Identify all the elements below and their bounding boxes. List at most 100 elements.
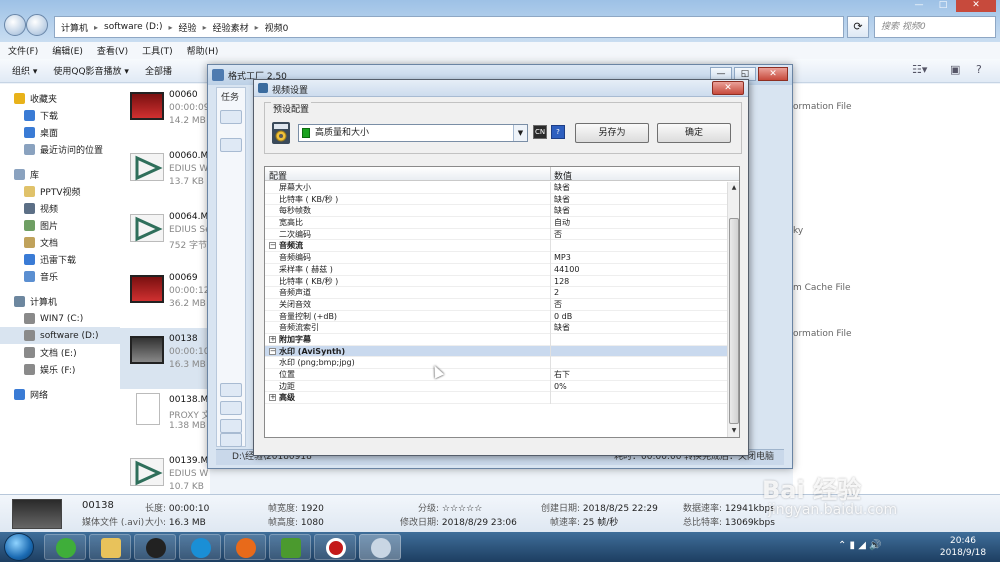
ff-audio-icon[interactable] (220, 138, 242, 152)
address-crumb[interactable]: software (D:) (104, 22, 163, 32)
column-value[interactable]: 数值 (554, 169, 572, 182)
start-button[interactable] (4, 533, 34, 561)
sidebar-item[interactable]: 娱乐 (F:) (0, 361, 120, 378)
setting-value[interactable]: 自动 (554, 217, 570, 228)
file-item[interactable]: 00138 00:00:10 16.3 MB (120, 328, 210, 389)
ff-video-icon[interactable] (220, 110, 242, 124)
menu-view[interactable]: 查看(V) (97, 44, 128, 57)
sidebar-item[interactable]: 视频 (0, 200, 120, 217)
scroll-up-icon[interactable]: ▲ (728, 182, 740, 194)
setting-value[interactable]: 0 dB (554, 311, 572, 322)
ff-tab-tasks[interactable]: 任务 (217, 88, 245, 105)
settings-row[interactable]: 采样率 ( 赫兹 ) 44100 (265, 263, 727, 276)
setting-value[interactable]: MP3 (554, 252, 571, 263)
setting-value[interactable]: 0% (554, 381, 567, 392)
address-crumb[interactable]: 经验素材 (213, 21, 249, 34)
ff-tools-icon[interactable] (220, 433, 242, 447)
view-options-icon[interactable]: ☷▾ (912, 63, 927, 76)
sidebar-item[interactable]: 下载 (0, 107, 120, 124)
ff-disc-icon[interactable] (220, 419, 242, 433)
organize-button[interactable]: 组织 ▾ (12, 64, 37, 77)
settings-row[interactable]: 比特率 ( KB/秒 ) 128 (265, 275, 727, 288)
sidebar-item[interactable]: 收藏夹 (0, 90, 120, 107)
settings-row[interactable]: 音频流索引 缺省 (265, 322, 727, 335)
settings-row[interactable]: 宽高比 自动 (265, 217, 727, 230)
settings-row[interactable]: 音频声道 2 (265, 287, 727, 300)
file-item[interactable]: 00060 00:00:09 14.2 MB (120, 84, 210, 145)
settings-category-row[interactable]: + 高级 (265, 392, 727, 405)
minimize-icon[interactable]: — (908, 0, 930, 12)
setting-value[interactable]: 2 (554, 287, 559, 298)
taskbar-recorder-icon[interactable] (314, 534, 356, 560)
settings-scrollbar[interactable]: ▲ ▼ (727, 182, 739, 437)
menu-edit[interactable]: 编辑(E) (52, 44, 83, 57)
setting-value[interactable]: 缺省 (554, 194, 570, 205)
menu-file[interactable]: 文件(F) (8, 44, 38, 57)
sidebar-item[interactable]: PPTV视频 (0, 183, 120, 200)
file-item[interactable]: 00060.MT EDIUS W 13.7 KB (120, 145, 210, 206)
ff-music-icon[interactable] (220, 383, 242, 397)
file-item[interactable]: 00069 00:00:12 36.2 MB (120, 267, 210, 328)
expand-icon[interactable]: + (269, 335, 276, 343)
settings-row[interactable]: 每秒帧数 缺省 (265, 205, 727, 218)
preset-edit-icon[interactable]: CN (533, 125, 547, 139)
maximize-icon[interactable]: □ (932, 0, 954, 12)
settings-row[interactable]: 关闭音效 否 (265, 298, 727, 311)
sidebar-item[interactable]: 迅雷下载 (0, 251, 120, 268)
play-all-button[interactable]: 全部播 (145, 64, 172, 77)
settings-row[interactable]: 二次编码 否 (265, 228, 727, 241)
menu-tools[interactable]: 工具(T) (142, 44, 173, 57)
sidebar-item[interactable]: 网络 (0, 386, 120, 403)
address-crumb[interactable]: 视频0 (265, 21, 289, 34)
taskbar-app-360-icon[interactable] (44, 534, 86, 560)
ff-close-icon[interactable]: ✕ (758, 67, 788, 81)
setting-value[interactable]: 缺省 (554, 182, 570, 193)
sidebar-item[interactable]: 桌面 (0, 124, 120, 141)
sidebar-item[interactable]: 图片 (0, 217, 120, 234)
setting-value[interactable]: 44100 (554, 264, 579, 275)
sidebar-item[interactable]: software (D:) (0, 327, 120, 344)
settings-category-row[interactable]: − 水印 (AviSynth) (265, 345, 727, 358)
dialog-close-icon[interactable]: ✕ (712, 81, 744, 95)
setting-value[interactable]: 128 (554, 276, 569, 287)
taskbar-firefox-icon[interactable] (224, 534, 266, 560)
expand-icon[interactable]: + (269, 394, 276, 402)
address-bar[interactable]: 计算机 ▸ software (D:) ▸ 经验 ▸ 经验素材 ▸ 视频0 (54, 16, 844, 38)
menu-help[interactable]: 帮助(H) (187, 44, 219, 57)
ok-button[interactable]: 确定 (657, 123, 731, 143)
settings-row[interactable]: 位置 右下 (265, 369, 727, 381)
settings-row[interactable]: 屏幕大小 缺省 (265, 182, 727, 194)
ff-image-icon[interactable] (220, 401, 242, 415)
column-config[interactable]: 配置 (269, 169, 287, 182)
settings-category-row[interactable]: + 附加字幕 (265, 333, 727, 346)
taskbar-qq-icon[interactable] (134, 534, 176, 560)
settings-row[interactable]: 水印 (png;bmp;jpg) (265, 357, 727, 370)
settings-row[interactable]: 音量控制 (+dB) 0 dB (265, 310, 727, 323)
taskbar-edius-icon[interactable] (269, 534, 311, 560)
forward-button[interactable] (26, 14, 48, 36)
preview-pane-icon[interactable]: ▣ (950, 63, 960, 76)
file-item[interactable]: 00064.MT EDIUS Se 752 字节 (120, 206, 210, 267)
clock[interactable]: 20:46 2018/9/18 (930, 535, 996, 559)
rating-stars[interactable]: ☆☆☆☆☆ (442, 504, 482, 514)
preset-dropdown[interactable]: 高质量和大小 ▼ (298, 124, 528, 142)
sidebar-item[interactable]: WIN7 (C:) (0, 310, 120, 327)
taskbar-explorer-icon[interactable] (89, 534, 131, 560)
settings-row[interactable]: 音频编码 MP3 (265, 252, 727, 265)
refresh-icon[interactable]: ⟳ (847, 16, 869, 38)
collapse-icon[interactable]: − (269, 242, 276, 250)
scroll-down-icon[interactable]: ▼ (728, 425, 740, 437)
sidebar-item[interactable]: 最近访问的位置 (0, 141, 120, 158)
settings-row[interactable]: 边距 0% (265, 380, 727, 393)
address-crumb[interactable]: 经验 (179, 21, 197, 34)
setting-value[interactable]: 否 (554, 229, 562, 240)
sidebar-item[interactable]: 库 (0, 166, 120, 183)
help-icon[interactable]: ? (551, 125, 565, 139)
setting-value[interactable]: 否 (554, 299, 562, 310)
tray-icons[interactable]: ⌃ ▮ ◢ 🔊 (838, 540, 882, 551)
chevron-down-icon[interactable]: ▼ (513, 125, 527, 141)
scroll-thumb[interactable] (729, 218, 739, 424)
close-icon[interactable]: ✕ (956, 0, 996, 12)
save-as-button[interactable]: 另存为 (575, 123, 649, 143)
settings-row[interactable]: 比特率 ( KB/秒 ) 缺省 (265, 193, 727, 206)
